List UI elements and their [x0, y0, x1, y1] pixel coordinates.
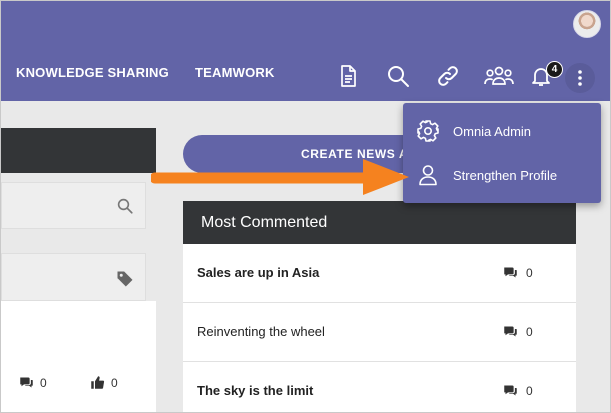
- list-item[interactable]: Reinventing the wheel 0: [183, 303, 576, 362]
- list-item[interactable]: Sales are up in Asia 0: [183, 244, 576, 303]
- menu-item-label: Omnia Admin: [453, 123, 532, 139]
- news-title[interactable]: The sky is the limit: [197, 383, 313, 398]
- tag-icon[interactable]: [115, 269, 135, 289]
- menu-item-strengthen-profile[interactable]: Strengthen Profile: [403, 152, 601, 198]
- left-search-box[interactable]: [1, 182, 146, 229]
- news-title[interactable]: Sales are up in Asia: [197, 265, 319, 280]
- list-item[interactable]: The sky is the limit 0: [183, 362, 576, 412]
- document-icon[interactable]: [335, 63, 361, 89]
- most-commented-title: Most Commented: [183, 201, 576, 244]
- comment-count: 0: [526, 265, 533, 280]
- left-news-card: [1, 301, 156, 412]
- top-bar: KNOWLEDGE SHARING TEAMWORK 4: [1, 1, 610, 101]
- comments-icon: [504, 267, 517, 278]
- comment-stat: 0: [503, 383, 533, 398]
- comments-icon: [504, 385, 517, 396]
- more-icon[interactable]: [565, 63, 595, 93]
- comments-icon: [504, 326, 517, 337]
- left-tag-filter[interactable]: [1, 253, 146, 301]
- comment-count: 0: [526, 383, 533, 398]
- comment-stat: 0: [503, 265, 533, 280]
- thumbs-up-icon[interactable]: [90, 375, 105, 390]
- nav-knowledge-sharing[interactable]: KNOWLEDGE SHARING: [16, 65, 169, 80]
- search-icon[interactable]: [116, 197, 134, 215]
- comment-stat: 0: [503, 324, 533, 339]
- nav-teamwork[interactable]: TEAMWORK: [195, 65, 275, 80]
- app-frame: KNOWLEDGE SHARING TEAMWORK 4 0 0 CREATE …: [0, 0, 611, 413]
- profile-dropdown-menu: Omnia Admin Strengthen Profile: [403, 103, 601, 203]
- notification-badge: 4: [546, 61, 563, 78]
- comment-count: 0: [526, 324, 533, 339]
- comments-icon: [20, 377, 33, 388]
- comment-count: 0: [40, 375, 47, 390]
- user-icon: [419, 165, 437, 186]
- people-icon[interactable]: [483, 63, 515, 89]
- link-icon[interactable]: [435, 63, 461, 89]
- gear-icon: [417, 120, 439, 142]
- comment-stat: 0: [19, 375, 47, 390]
- search-icon[interactable]: [385, 63, 411, 89]
- avatar[interactable]: [573, 10, 601, 38]
- left-panel-header: [1, 128, 156, 173]
- most-commented-list: Sales are up in Asia 0 Reinventing the w…: [183, 244, 576, 412]
- menu-item-label: Strengthen Profile: [453, 167, 558, 183]
- menu-item-omnia-admin[interactable]: Omnia Admin: [403, 108, 601, 154]
- like-stat[interactable]: 0: [90, 375, 118, 390]
- news-title[interactable]: Reinventing the wheel: [197, 324, 325, 339]
- annotation-arrow: [151, 159, 409, 195]
- like-count: 0: [111, 375, 118, 390]
